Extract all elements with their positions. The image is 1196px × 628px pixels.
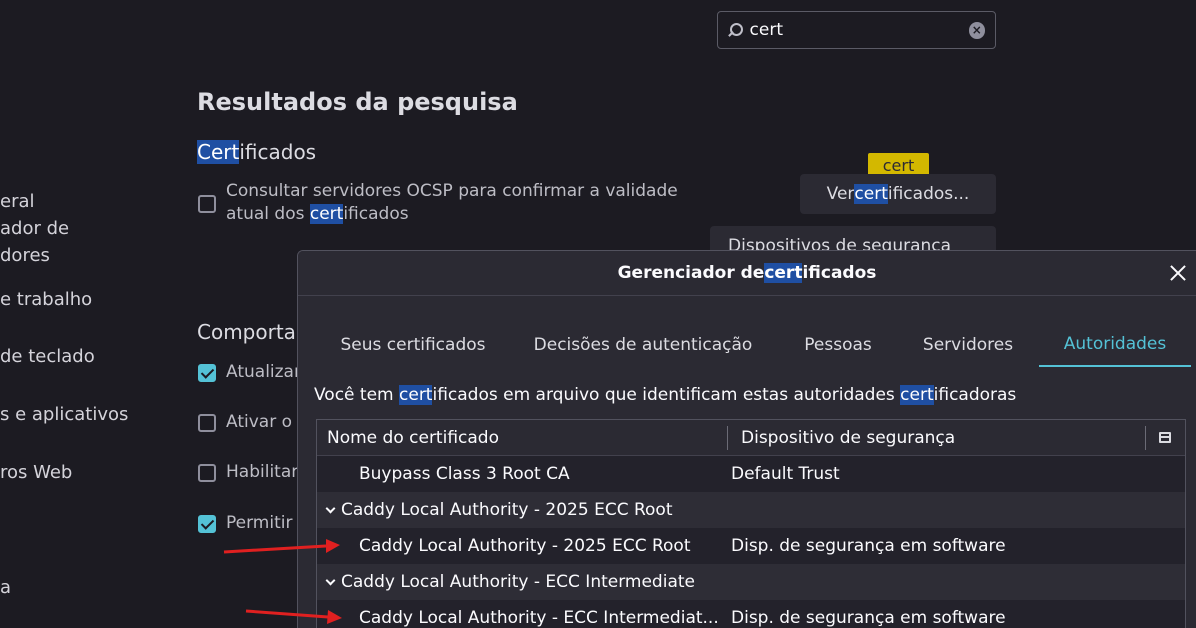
description-text: ificados em arquivo que identificam esta… xyxy=(432,385,901,405)
column-header-name[interactable]: Nome do certificado xyxy=(327,428,499,448)
section-title-certificates: Certificados xyxy=(197,140,316,164)
table-row[interactable]: Buypass Class 3 Root CA Default Trust xyxy=(317,456,1185,492)
search-highlight: cert xyxy=(309,204,344,224)
tree-group-row[interactable]: Caddy Local Authority - ECC Intermediate xyxy=(317,564,1185,600)
tab-servers[interactable]: Servidores xyxy=(908,323,1028,367)
cell-device: Disp. de segurança em software xyxy=(731,608,1006,628)
column-splitter[interactable] xyxy=(1145,426,1146,450)
tab-your-certificates[interactable]: Seus certificados xyxy=(318,323,508,367)
column-picker-icon[interactable] xyxy=(1159,432,1171,443)
dialog-title: Gerenciador de cert ificados xyxy=(298,251,1196,296)
view-certificates-label: Ver xyxy=(826,184,855,204)
sidebar-item-workspace[interactable]: e trabalho xyxy=(0,286,92,313)
description-text: ificadoras xyxy=(933,385,1017,405)
search-input[interactable] xyxy=(749,20,969,40)
option-checkbox-2[interactable] xyxy=(198,414,216,432)
dialog-tabs: Seus certificados Decisões de autenticaç… xyxy=(298,323,1196,367)
search-highlight: cert xyxy=(764,263,803,283)
page-title: Resultados da pesquisa xyxy=(197,88,518,116)
option-label-1: Atualizar xyxy=(226,362,301,382)
tree-group-row[interactable]: Caddy Local Authority - 2025 ECC Root xyxy=(317,492,1185,528)
table-row[interactable]: Caddy Local Authority - ECC Intermediat.… xyxy=(317,600,1185,628)
ocsp-label-line1: Consultar servidores OCSP para confirmar… xyxy=(226,181,678,201)
sidebar-item-apps[interactable]: s e aplicativos xyxy=(0,401,128,428)
column-splitter[interactable] xyxy=(727,426,728,450)
ocsp-label-line2: atual dos xyxy=(226,204,310,224)
tree-header: Nome do certificado Dispositivo de segur… xyxy=(317,420,1185,456)
sidebar: eral ador de dores e trabalho de teclado… xyxy=(0,0,180,628)
sidebar-item-manager-line2[interactable]: dores xyxy=(0,242,50,269)
section-title-rest: ificados xyxy=(239,140,317,164)
clear-search-icon[interactable]: × xyxy=(968,21,985,39)
ocsp-checkbox[interactable] xyxy=(198,195,216,213)
option-checkbox-3[interactable] xyxy=(198,464,216,482)
tab-authentication-decisions[interactable]: Decisões de autenticação xyxy=(518,323,768,367)
annotation-arrow-icon xyxy=(223,539,340,554)
cell-name: Caddy Local Authority - 2025 ECC Root xyxy=(359,536,691,556)
behavior-heading: Comporta xyxy=(197,320,296,344)
sidebar-item-manager-line1[interactable]: ador de xyxy=(0,215,69,242)
certificate-tree[interactable]: Nome do certificado Dispositivo de segur… xyxy=(316,419,1186,628)
annotation-arrow-icon xyxy=(245,609,342,624)
column-header-device[interactable]: Dispositivo de segurança xyxy=(741,428,955,448)
option-label-3: Habilitar xyxy=(226,462,299,482)
view-certificates-button[interactable]: Ver cert ificados... xyxy=(800,174,996,214)
chevron-down-icon[interactable] xyxy=(325,575,336,586)
certificate-manager-dialog: Gerenciador de cert ificados Seus certifi… xyxy=(297,250,1196,628)
search-highlight: cert xyxy=(854,184,888,204)
view-certificates-label-rest: ificados... xyxy=(887,184,970,204)
cell-name: Caddy Local Authority - ECC Intermediate xyxy=(341,572,695,592)
sidebar-item-general[interactable]: eral xyxy=(0,188,35,215)
description-text: Você tem xyxy=(314,385,400,405)
option-label-4: Permitir xyxy=(226,513,293,533)
search-highlight: Cert xyxy=(197,140,240,164)
cell-device: Disp. de segurança em software xyxy=(731,536,1006,556)
search-box[interactable]: × xyxy=(717,11,996,49)
search-highlight: cert xyxy=(399,385,433,405)
sidebar-item-other[interactable]: a xyxy=(0,574,11,601)
ocsp-label: Consultar servidores OCSP para confirmar… xyxy=(226,180,706,226)
search-icon xyxy=(728,23,743,37)
cell-name: Caddy Local Authority - 2025 ECC Root xyxy=(341,500,673,520)
sidebar-item-keyboard[interactable]: de teclado xyxy=(0,343,95,370)
chevron-down-icon[interactable] xyxy=(325,503,336,514)
cell-device: Default Trust xyxy=(731,464,840,484)
dialog-title-text-rest: ificados xyxy=(802,263,877,283)
cell-name: Caddy Local Authority - ECC Intermediat.… xyxy=(359,608,719,628)
dialog-title-text: Gerenciador de xyxy=(617,263,765,283)
close-icon[interactable] xyxy=(1168,263,1188,283)
ocsp-label-line2-rest: ificados xyxy=(343,204,409,224)
cell-name: Buypass Class 3 Root CA xyxy=(359,464,570,484)
option-label-2: Ativar o xyxy=(226,412,292,432)
option-checkbox-1[interactable] xyxy=(198,364,216,382)
option-checkbox-4[interactable] xyxy=(198,515,216,533)
tab-authorities[interactable]: Autoridades xyxy=(1039,323,1191,367)
authorities-description: Você tem certificados em arquivo que ide… xyxy=(314,385,1016,405)
search-highlight: cert xyxy=(900,385,934,405)
table-row[interactable]: Caddy Local Authority - 2025 ECC Root Di… xyxy=(317,528,1185,564)
sidebar-item-web[interactable]: ros Web xyxy=(0,459,72,486)
tab-people[interactable]: Pessoas xyxy=(788,323,888,367)
